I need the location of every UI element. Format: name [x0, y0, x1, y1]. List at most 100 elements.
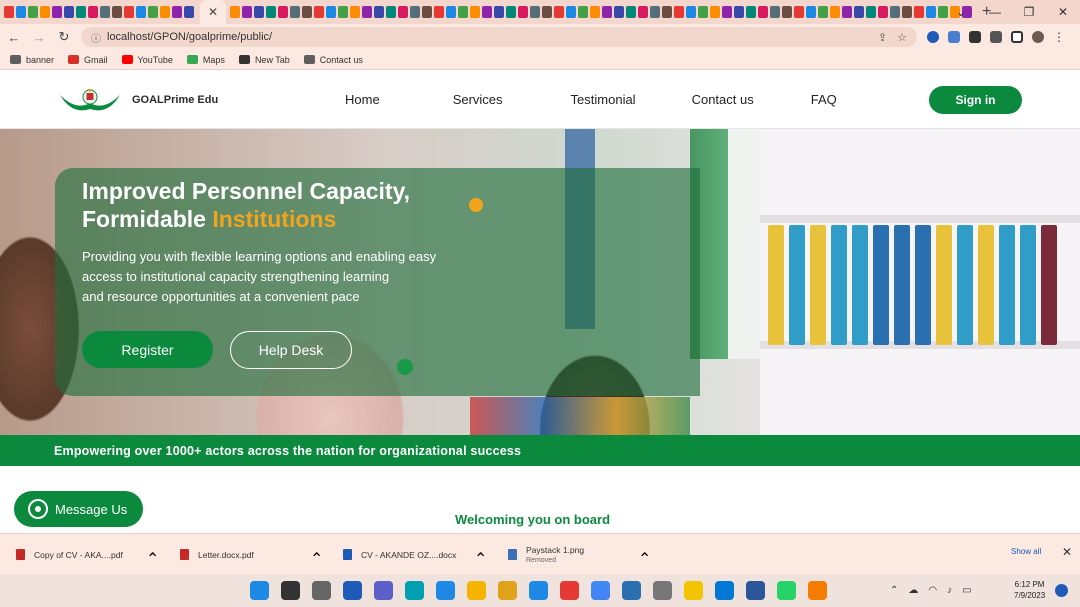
tab-favicon[interactable]	[926, 6, 936, 18]
minimize-button[interactable]: —	[978, 5, 1012, 19]
tab-favicon[interactable]	[674, 6, 684, 18]
bookmark-item[interactable]: Maps	[186, 55, 225, 65]
tab-favicon[interactable]	[398, 6, 408, 18]
bookmark-item[interactable]: Contact us	[303, 55, 363, 65]
restore-button[interactable]: ❐	[1012, 5, 1046, 19]
file-explorer-icon[interactable]	[467, 581, 486, 600]
message-us-button[interactable]: Message Us	[14, 491, 143, 527]
tab-favicon[interactable]	[626, 6, 636, 18]
app-icon[interactable]	[405, 581, 424, 600]
side-panel-icon[interactable]	[1011, 31, 1023, 43]
show-all-downloads-link[interactable]: Show all	[1011, 547, 1041, 556]
tab-favicon[interactable]	[136, 6, 146, 18]
tray-overflow-icon[interactable]: ⌃	[890, 585, 898, 596]
download-options-chevron-icon[interactable]: ⌃	[638, 549, 651, 569]
download-options-chevron-icon[interactable]: ⌃	[474, 549, 487, 569]
tab-favicon[interactable]	[470, 6, 480, 18]
tab-favicon[interactable]	[160, 6, 170, 18]
nav-faq[interactable]: FAQ	[811, 92, 837, 107]
profile-avatar[interactable]	[1032, 31, 1044, 43]
tab-favicon[interactable]	[28, 6, 38, 18]
download-item[interactable]: Paystack 1.png Removed	[508, 534, 584, 575]
tab-favicon[interactable]	[230, 6, 240, 18]
tab-favicon[interactable]	[710, 6, 720, 18]
tab-favicon[interactable]	[350, 6, 360, 18]
tab-favicon[interactable]	[266, 6, 276, 18]
tab-favicon[interactable]	[278, 6, 288, 18]
download-options-chevron-icon[interactable]: ⌃	[146, 549, 159, 569]
tab-favicon[interactable]	[302, 6, 312, 18]
app-icon[interactable]	[622, 581, 641, 600]
tab-favicon[interactable]	[614, 6, 624, 18]
nav-contact-us[interactable]: Contact us	[692, 92, 754, 107]
tab-favicon[interactable]	[434, 6, 444, 18]
tab-favicon[interactable]	[806, 6, 816, 18]
tab-search-button[interactable]: ⌄	[944, 5, 978, 19]
chrome-menu-icon[interactable]: ⋮	[1053, 31, 1065, 43]
active-tab-close-button[interactable]: ✕	[200, 0, 226, 24]
tab-favicon[interactable]	[794, 6, 804, 18]
whatsapp-icon[interactable]	[777, 581, 796, 600]
tab-favicon[interactable]	[578, 6, 588, 18]
tab-favicon[interactable]	[650, 6, 660, 18]
translate-extension-icon[interactable]	[948, 31, 960, 43]
cloud-icon[interactable]: ☁	[908, 585, 918, 596]
tab-favicon[interactable]	[554, 6, 564, 18]
battery-icon[interactable]: ▭	[962, 585, 971, 596]
tab-favicon[interactable]	[446, 6, 456, 18]
tab-favicon[interactable]	[518, 6, 528, 18]
tab-favicon[interactable]	[530, 6, 540, 18]
tab-favicon[interactable]	[602, 6, 612, 18]
tab-favicon[interactable]	[254, 6, 264, 18]
tab-favicon[interactable]	[4, 6, 14, 18]
tab-favicon[interactable]	[88, 6, 98, 18]
tab-favicon[interactable]	[64, 6, 74, 18]
edge-icon[interactable]	[436, 581, 455, 600]
tab-favicon[interactable]	[890, 6, 900, 18]
tab-favicon[interactable]	[638, 6, 648, 18]
tab-favicon[interactable]	[818, 6, 828, 18]
tab-favicon[interactable]	[338, 6, 348, 18]
tab-favicon[interactable]	[830, 6, 840, 18]
task-view-icon[interactable]	[312, 581, 331, 600]
sign-in-button[interactable]: Sign in	[929, 86, 1022, 114]
volume-icon[interactable]: ♪	[947, 585, 952, 596]
download-item[interactable]: Copy of CV - AKA....pdf	[16, 534, 123, 575]
reading-list-icon[interactable]	[990, 31, 1002, 43]
tab-favicon[interactable]	[386, 6, 396, 18]
tab-favicon[interactable]	[770, 6, 780, 18]
share-icon[interactable]: ⇪	[878, 31, 887, 44]
tab-favicon[interactable]	[100, 6, 110, 18]
tab-favicon[interactable]	[698, 6, 708, 18]
tab-favicon[interactable]	[290, 6, 300, 18]
tab-favicon[interactable]	[374, 6, 384, 18]
nav-home[interactable]: Home	[345, 92, 380, 107]
site-info-icon[interactable]: ⓘ	[91, 30, 101, 45]
windows-start-icon[interactable]	[250, 581, 269, 600]
word-icon[interactable]	[746, 581, 765, 600]
vscode-icon[interactable]	[715, 581, 734, 600]
mcafee-icon[interactable]	[560, 581, 579, 600]
tab-favicon[interactable]	[866, 6, 876, 18]
address-bar[interactable]: ⓘ localhost/GPON/goalprime/public/ ⇪ ☆	[81, 27, 917, 47]
tab-favicon[interactable]	[782, 6, 792, 18]
download-item[interactable]: CV - AKANDE OZ....docx	[343, 534, 456, 575]
tab-favicon[interactable]	[902, 6, 912, 18]
download-item[interactable]: Letter.docx.pdf	[180, 534, 254, 575]
tab-favicon[interactable]	[172, 6, 182, 18]
sticky-notes-icon[interactable]	[684, 581, 703, 600]
tab-favicon[interactable]	[242, 6, 252, 18]
telegram-icon[interactable]	[529, 581, 548, 600]
tab-favicon[interactable]	[590, 6, 600, 18]
tab-favicon[interactable]	[16, 6, 26, 18]
bookmark-item[interactable]: Gmail	[68, 55, 108, 65]
tab-favicon[interactable]	[878, 6, 888, 18]
settings-icon[interactable]	[653, 581, 672, 600]
forward-icon[interactable]: →	[28, 30, 50, 45]
tab-favicon[interactable]	[362, 6, 372, 18]
tab-favicon[interactable]	[184, 6, 194, 18]
bookmark-item[interactable]: YouTube	[121, 55, 173, 65]
tab-favicon[interactable]	[758, 6, 768, 18]
tab-favicon[interactable]	[40, 6, 50, 18]
tab-favicon[interactable]	[52, 6, 62, 18]
